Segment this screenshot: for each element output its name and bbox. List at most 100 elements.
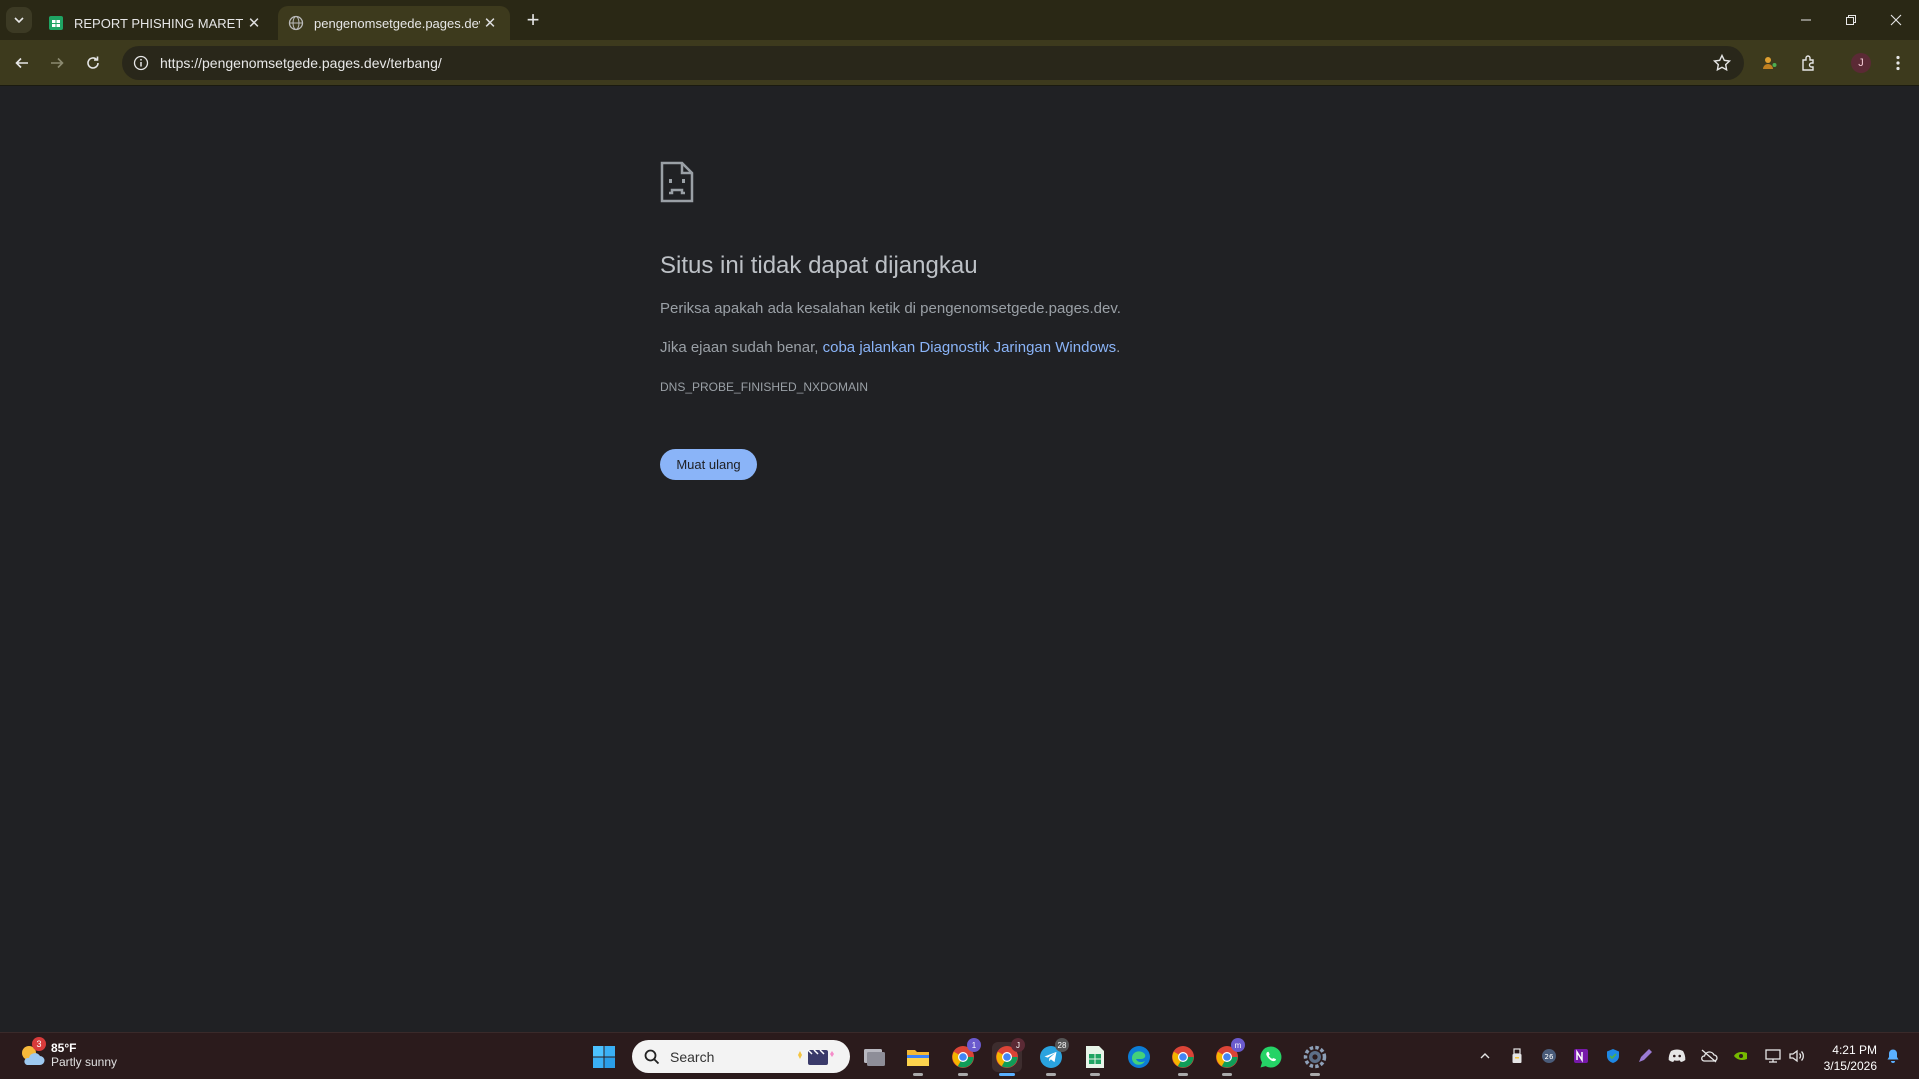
profile-badge: J bbox=[1011, 1038, 1025, 1052]
taskbar-search[interactable]: Search bbox=[632, 1040, 850, 1073]
network-diagnostics-link[interactable]: coba jalankan Diagnostik Jaringan Window… bbox=[823, 339, 1117, 356]
pen-icon bbox=[1639, 1049, 1652, 1062]
weather-badge: 3 bbox=[32, 1037, 46, 1051]
tab-report-phishing[interactable]: REPORT PHISHING MARET 2026 ✕ bbox=[38, 6, 274, 40]
minimize-button[interactable] bbox=[1783, 0, 1829, 40]
sad-page-icon bbox=[660, 161, 694, 203]
tray-onenote[interactable] bbox=[1570, 1045, 1592, 1067]
browser-toolbar: https://pengenomsetgede.pages.dev/terban… bbox=[0, 40, 1919, 86]
chevron-up-icon bbox=[1480, 1053, 1490, 1059]
windows-start-icon[interactable] bbox=[592, 1045, 616, 1069]
site-info-button[interactable] bbox=[124, 46, 158, 80]
task-view-icon bbox=[864, 1049, 885, 1066]
error-page bbox=[0, 87, 1919, 1032]
profile-badge: m bbox=[1231, 1038, 1245, 1052]
title-bar: REPORT PHISHING MARET 2026 ✕ pengenomset… bbox=[0, 0, 1919, 40]
avatar: J bbox=[1851, 53, 1871, 73]
more-vert-icon bbox=[1896, 55, 1900, 71]
taskbar-task-view[interactable] bbox=[859, 1042, 889, 1072]
taskbar-telegram[interactable]: 28 bbox=[1036, 1038, 1069, 1076]
close-tab-icon[interactable]: ✕ bbox=[480, 13, 500, 33]
taskbar-file-explorer[interactable] bbox=[903, 1042, 933, 1076]
chrome-icon bbox=[1172, 1046, 1194, 1068]
diagnostics-prefix: Jika ejaan sudah benar, bbox=[660, 339, 823, 356]
restore-button[interactable] bbox=[1828, 0, 1874, 40]
file-explorer-icon bbox=[907, 1050, 929, 1066]
tray-pen[interactable] bbox=[1634, 1045, 1656, 1067]
sheets-icon bbox=[49, 16, 63, 30]
usb-drive-icon bbox=[1512, 1048, 1522, 1063]
tray-usb[interactable] bbox=[1506, 1045, 1528, 1067]
tray-defender[interactable] bbox=[1602, 1045, 1624, 1067]
running-indicator bbox=[1090, 1073, 1100, 1076]
forward-button[interactable] bbox=[43, 49, 71, 77]
weather-widget[interactable]: 3 85°F Partly sunny bbox=[18, 1037, 118, 1069]
cloud-sync-icon: 26 bbox=[1542, 1049, 1556, 1063]
info-icon bbox=[133, 55, 149, 71]
tray-nvidia[interactable] bbox=[1730, 1045, 1752, 1067]
volume-icon bbox=[1789, 1049, 1804, 1063]
notification-badge: 28 bbox=[1055, 1038, 1069, 1052]
tray-app-1[interactable]: 26 bbox=[1538, 1045, 1560, 1067]
cloud-off-icon bbox=[1701, 1049, 1718, 1063]
tray-discord[interactable] bbox=[1666, 1045, 1688, 1067]
running-indicator bbox=[913, 1073, 923, 1076]
new-tab-button[interactable]: + bbox=[520, 7, 546, 33]
running-indicator bbox=[1046, 1073, 1056, 1076]
profile-button[interactable]: J bbox=[1847, 49, 1875, 77]
discord-icon bbox=[1668, 1049, 1686, 1062]
taskbar-chrome-1[interactable]: 1 bbox=[948, 1038, 981, 1076]
tab-title: REPORT PHISHING MARET 2026 bbox=[74, 15, 244, 31]
error-suggestion-typo: Periksa apakah ada kesalahan ketik di pe… bbox=[660, 300, 1121, 317]
extensions-button[interactable] bbox=[1795, 49, 1823, 77]
back-button[interactable] bbox=[8, 49, 36, 77]
taskbar-sheets-app[interactable] bbox=[1080, 1042, 1110, 1076]
search-icon bbox=[644, 1049, 660, 1064]
reload-button[interactable] bbox=[79, 49, 107, 77]
close-tab-icon[interactable]: ✕ bbox=[244, 13, 264, 33]
taskbar-settings[interactable] bbox=[1300, 1042, 1330, 1076]
search-highlight-icon bbox=[798, 1049, 834, 1065]
close-window-button[interactable] bbox=[1873, 0, 1919, 40]
arrow-left-icon bbox=[15, 57, 28, 69]
settings-icon bbox=[1303, 1045, 1327, 1069]
onenote-icon bbox=[1574, 1049, 1588, 1063]
bookmark-star-icon[interactable] bbox=[1712, 53, 1732, 73]
error-suggestion-diagnostics: Jika ejaan sudah benar, coba jalankan Di… bbox=[660, 339, 1120, 356]
address-bar[interactable]: https://pengenomsetgede.pages.dev/terban… bbox=[122, 46, 1744, 80]
browser-menu-button[interactable] bbox=[1884, 49, 1912, 77]
reload-icon bbox=[87, 56, 99, 69]
tab-search-button[interactable] bbox=[6, 7, 32, 33]
bell-icon bbox=[1887, 1049, 1899, 1063]
taskbar-chrome-2[interactable]: J bbox=[992, 1038, 1025, 1076]
weather-desc: Partly sunny bbox=[51, 1055, 118, 1069]
running-indicator bbox=[999, 1073, 1015, 1076]
notification-center[interactable] bbox=[1882, 1045, 1904, 1067]
clock-date: 3/15/2026 bbox=[1823, 1059, 1877, 1073]
tray-volume[interactable] bbox=[1786, 1045, 1808, 1067]
clock[interactable]: 4:21 PM 3/15/2026 bbox=[1824, 1042, 1877, 1074]
tab-pengenomsetgede[interactable]: pengenomsetgede.pages.dev ✕ bbox=[278, 6, 510, 40]
minimize-icon bbox=[1801, 19, 1811, 21]
error-title: Situs ini tidak dapat dijangkau bbox=[660, 252, 978, 279]
edge-icon bbox=[1128, 1046, 1150, 1068]
clock-time: 4:21 PM bbox=[1832, 1043, 1877, 1057]
svg-text:26: 26 bbox=[1545, 1053, 1554, 1061]
tray-network[interactable] bbox=[1762, 1045, 1784, 1067]
tray-cloud-off[interactable] bbox=[1698, 1045, 1720, 1067]
taskbar-edge[interactable] bbox=[1124, 1042, 1154, 1072]
taskbar-chrome-4[interactable]: m bbox=[1212, 1038, 1245, 1076]
show-hidden-icons[interactable] bbox=[1474, 1045, 1496, 1067]
weather-temp: 85°F bbox=[51, 1041, 77, 1055]
search-placeholder: Search bbox=[670, 1048, 715, 1065]
puzzle-icon bbox=[1802, 55, 1814, 71]
extension-button[interactable] bbox=[1756, 49, 1784, 77]
notification-badge: 1 bbox=[967, 1038, 981, 1052]
error-code: DNS_PROBE_FINISHED_NXDOMAIN bbox=[660, 380, 869, 394]
taskbar: 3 85°F Partly sunny Search 1 J 28 m 26 4… bbox=[0, 1032, 1919, 1079]
close-icon bbox=[1890, 14, 1902, 26]
taskbar-chrome-3[interactable] bbox=[1168, 1042, 1198, 1076]
chevron-down-icon bbox=[14, 17, 24, 24]
taskbar-whatsapp[interactable] bbox=[1256, 1042, 1286, 1072]
reload-page-button[interactable]: Muat ulang bbox=[660, 449, 757, 480]
